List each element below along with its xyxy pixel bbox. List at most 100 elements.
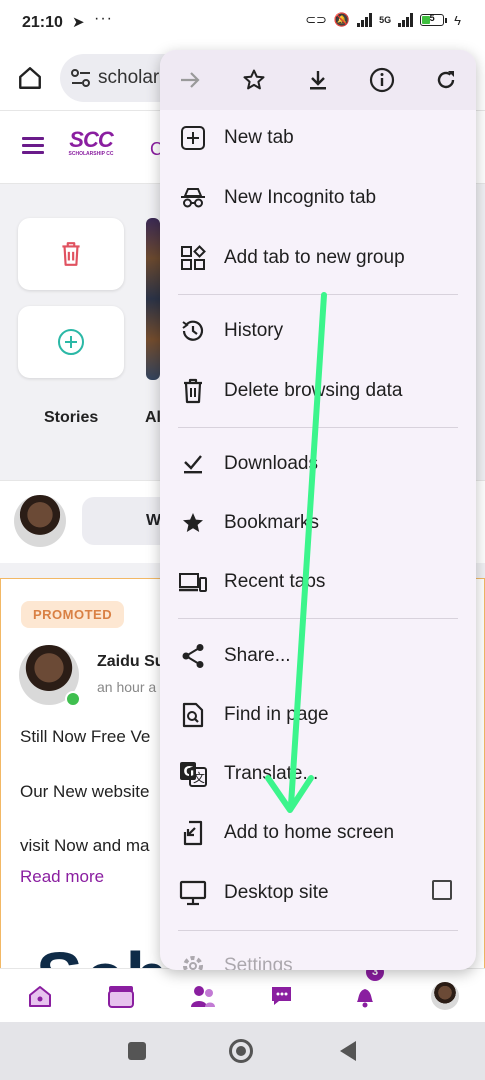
menu-item-downloads[interactable]: Downloads bbox=[160, 436, 476, 492]
stories-partial-label: Al bbox=[145, 409, 161, 426]
online-status-dot bbox=[65, 691, 81, 707]
menu-divider bbox=[178, 930, 458, 931]
nav-profile[interactable] bbox=[430, 981, 460, 1011]
menu-item-settings[interactable]: Settings bbox=[160, 938, 476, 970]
menu-item-label: Recent tabs bbox=[224, 571, 326, 592]
nav-messages[interactable] bbox=[268, 981, 298, 1011]
recents-button[interactable] bbox=[128, 1042, 146, 1060]
downloads-icon bbox=[178, 449, 208, 479]
menu-item-translate[interactable]: G文 Translate... bbox=[160, 746, 476, 802]
site-settings-icon[interactable] bbox=[70, 68, 92, 88]
desktop-icon bbox=[178, 878, 208, 908]
page-info-button[interactable] bbox=[364, 62, 400, 98]
signal-icon bbox=[357, 13, 373, 27]
hamburger-menu-icon[interactable] bbox=[22, 137, 44, 155]
post-text-line: Our New website bbox=[20, 782, 150, 801]
signal-icon-2 bbox=[398, 13, 414, 27]
menu-item-history[interactable]: History bbox=[160, 303, 476, 359]
menu-divider bbox=[178, 618, 458, 619]
menu-item-share[interactable]: Share... bbox=[160, 628, 476, 684]
menu-item-label: Add to home screen bbox=[224, 822, 395, 843]
site-logo[interactable]: SCC SCHOLARSHIP CC bbox=[66, 129, 116, 163]
more-notifications-icon: ··· bbox=[94, 10, 113, 27]
avatar[interactable] bbox=[14, 495, 66, 547]
forward-arrow-icon bbox=[181, 72, 200, 88]
nav-videos[interactable] bbox=[106, 981, 136, 1011]
trash-icon bbox=[62, 242, 80, 266]
desktop-site-checkbox[interactable] bbox=[432, 880, 452, 900]
incognito-icon bbox=[178, 183, 208, 213]
find-icon bbox=[178, 700, 208, 730]
chat-icon bbox=[272, 987, 291, 1005]
home-system-button[interactable] bbox=[229, 1039, 253, 1063]
trash-icon bbox=[178, 376, 208, 406]
share-icon bbox=[178, 641, 208, 671]
download-icon bbox=[310, 71, 326, 90]
home-button[interactable] bbox=[12, 60, 48, 96]
avatar bbox=[431, 982, 459, 1010]
people-icon bbox=[191, 986, 215, 1007]
history-icon bbox=[178, 316, 208, 346]
delete-story-card[interactable] bbox=[18, 218, 124, 290]
url-text: scholar bbox=[98, 67, 160, 88]
post-text-line: visit Now and ma bbox=[20, 836, 150, 855]
status-time: 21:10 bbox=[22, 14, 63, 31]
menu-item-label: Share... bbox=[224, 645, 291, 666]
menu-item-desktop-site[interactable]: Desktop site bbox=[160, 865, 476, 921]
nav-notifications[interactable] bbox=[350, 981, 380, 1011]
bottom-nav: 3 bbox=[0, 963, 485, 1023]
menu-item-bookmarks[interactable]: Bookmarks bbox=[160, 495, 476, 551]
composer-input[interactable]: W bbox=[82, 497, 172, 545]
system-nav-bar bbox=[0, 1022, 485, 1080]
menu-item-delete-browsing-data[interactable]: Delete browsing data bbox=[160, 363, 476, 419]
telegram-icon: ➤ bbox=[72, 14, 85, 31]
menu-item-add-tab-to-group[interactable]: Add tab to new group bbox=[160, 230, 476, 286]
menu-item-label: New Incognito tab bbox=[224, 187, 377, 208]
bell-icon bbox=[357, 989, 373, 1008]
translate-icon: G文 bbox=[178, 759, 208, 789]
menu-item-label: Settings bbox=[224, 955, 293, 970]
post-author[interactable]: Zaidu Su bbox=[97, 653, 165, 671]
back-button[interactable] bbox=[338, 1040, 358, 1062]
menu-divider bbox=[178, 427, 458, 428]
menu-top-actions bbox=[160, 50, 476, 110]
add-circle-icon bbox=[58, 329, 84, 355]
battery-level: 5 bbox=[429, 13, 435, 23]
story-thumbnail[interactable] bbox=[146, 218, 160, 380]
link-icon: ⊂⊃ bbox=[305, 12, 327, 27]
reload-button[interactable] bbox=[428, 62, 464, 98]
reload-icon bbox=[437, 71, 455, 89]
promoted-badge: PROMOTED bbox=[21, 601, 125, 628]
composer-prompt: W bbox=[146, 512, 162, 529]
nav-home[interactable] bbox=[25, 981, 55, 1011]
star-outline-icon bbox=[243, 69, 265, 90]
add-to-home-icon bbox=[178, 818, 208, 848]
menu-item-new-incognito-tab[interactable]: New Incognito tab bbox=[160, 170, 476, 226]
menu-item-label: Desktop site bbox=[224, 882, 329, 903]
menu-item-label: Translate... bbox=[224, 763, 319, 784]
home-icon bbox=[29, 986, 51, 1007]
forward-button[interactable] bbox=[172, 62, 208, 98]
nav-friends[interactable] bbox=[188, 981, 218, 1011]
menu-item-label: Downloads bbox=[224, 453, 318, 474]
download-button[interactable] bbox=[300, 62, 336, 98]
read-more-link[interactable]: Read more bbox=[20, 867, 104, 887]
post-time: an hour a bbox=[97, 679, 157, 695]
menu-item-label: New tab bbox=[224, 127, 294, 148]
bookmark-button[interactable] bbox=[236, 62, 272, 98]
menu-divider bbox=[178, 294, 458, 295]
vibrate-off-icon: 🔕 bbox=[333, 12, 351, 27]
stories-label: Stories bbox=[44, 409, 99, 426]
menu-item-find-in-page[interactable]: Find in page bbox=[160, 687, 476, 743]
post-text-line: Still Now Free Ve bbox=[20, 727, 151, 746]
add-story-card[interactable] bbox=[18, 306, 124, 378]
settings-icon bbox=[178, 951, 208, 970]
charging-icon: ϟ bbox=[454, 12, 461, 28]
star-icon bbox=[178, 508, 208, 538]
network-type: 5G bbox=[379, 15, 392, 25]
menu-item-label: Delete browsing data bbox=[224, 380, 403, 401]
status-bar: 21:10 ➤ ··· ⊂⊃ 🔕 5G 5 ϟ bbox=[0, 0, 485, 48]
menu-item-new-tab[interactable]: New tab bbox=[160, 110, 476, 166]
menu-item-recent-tabs[interactable]: Recent tabs bbox=[160, 554, 476, 610]
menu-item-add-to-home-screen[interactable]: Add to home screen bbox=[160, 805, 476, 861]
